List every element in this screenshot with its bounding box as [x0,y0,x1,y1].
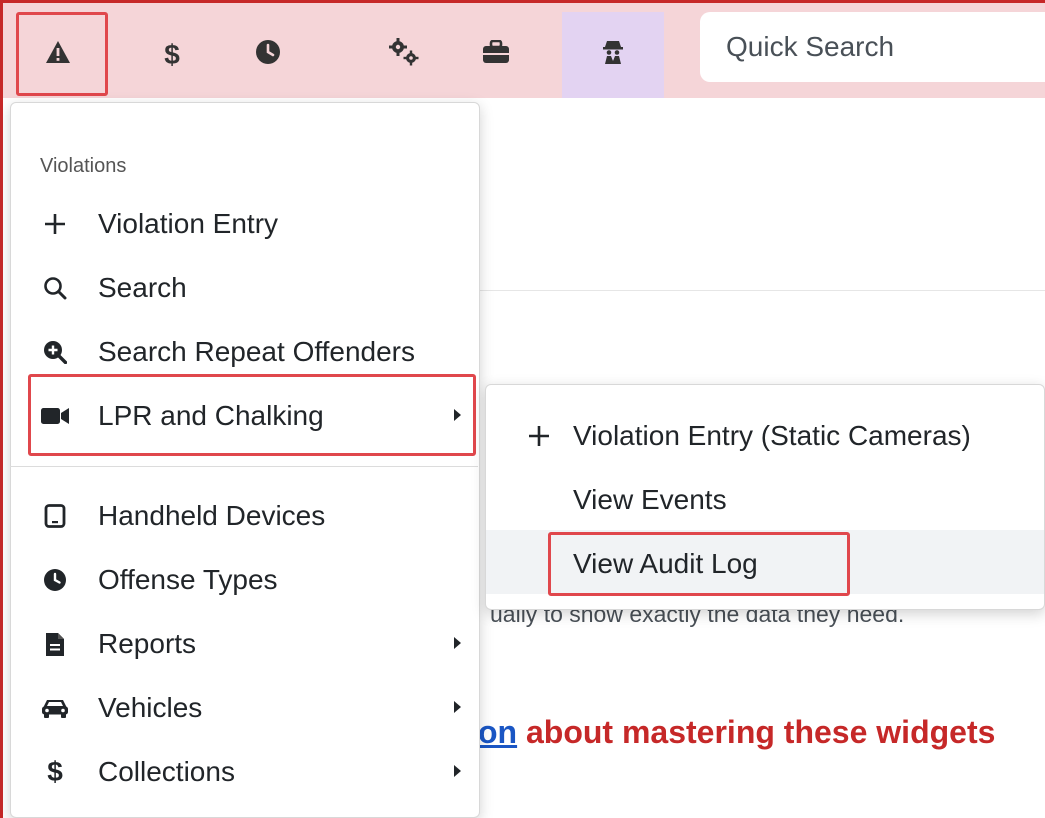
menu-item-lpr-and-chalking[interactable]: LPR and Chalking [40,400,324,432]
dollar-icon: $ [47,756,63,787]
content-divider [480,290,1045,291]
settings-menu-button[interactable] [366,12,442,98]
menu-header-violations: Violations [40,155,127,177]
payments-menu-button[interactable]: $ [134,12,210,98]
violations-menu-button[interactable] [20,12,96,98]
menu-item-offense-types[interactable]: Offense Types [40,564,278,596]
warning-icon [45,40,71,71]
quick-search-placeholder: Quick Search [726,31,895,62]
search-plus-icon [40,337,70,367]
tablet-icon [40,501,70,531]
user-secret-icon [602,39,624,72]
clock-icon [40,565,70,595]
submenu-item-view-events[interactable]: View Events [573,484,727,516]
clock-icon [255,39,281,72]
menu-divider [10,466,478,467]
chevron-right-icon [454,765,461,777]
submenu-hover-row [486,530,1044,594]
menu-item-label: Violation Entry [98,208,279,239]
menu-item-label: LPR and Chalking [98,400,324,431]
plus-icon [40,209,70,239]
menu-item-label: Search Repeat Offenders [98,336,416,367]
search-icon [40,273,70,303]
car-icon [40,693,70,723]
gears-icon [387,37,421,74]
submenu-item-view-audit-log[interactable]: View Audit Log [573,548,758,580]
file-icon [40,629,70,659]
chevron-right-icon [454,637,461,649]
chevron-right-icon [454,701,461,713]
page-left-border [0,98,3,818]
menu-item-search-repeat-offenders[interactable]: Search Repeat Offenders [40,336,415,368]
menu-item-label: Vehicles [98,692,203,723]
menu-item-search[interactable]: Search [40,272,187,304]
chevron-right-icon [454,409,461,421]
plus-icon [527,424,557,448]
menu-item-label: Reports [98,628,197,659]
menu-item-collections[interactable]: $ Collections [40,756,235,788]
menu-item-handheld-devices[interactable]: Handheld Devices [40,500,325,532]
menu-item-label: Offense Types [98,564,278,595]
background-heading: on about mastering these widgets [478,714,995,751]
menu-item-label: Search [98,272,187,303]
menu-item-vehicles[interactable]: Vehicles [40,692,202,724]
dollar-icon: $ [164,39,180,70]
menu-item-reports[interactable]: Reports [40,628,196,660]
submenu-item-violation-entry-static-cameras[interactable]: Violation Entry (Static Cameras) [527,420,971,452]
briefcase-icon [482,39,510,71]
menu-item-label: Handheld Devices [98,500,326,531]
time-menu-button[interactable] [230,12,306,98]
menu-item-label: Collections [98,756,235,787]
menu-item-violation-entry[interactable]: Violation Entry [40,208,278,240]
enforcement-menu-button[interactable] [562,12,664,98]
quick-search-input[interactable]: Quick Search [700,12,1045,82]
background-heading-text: about mastering these widgets [517,714,996,750]
video-camera-icon [40,401,70,431]
business-menu-button[interactable] [458,12,534,98]
submenu-item-label: Violation Entry (Static Cameras) [573,420,971,451]
background-heading-link[interactable]: on [478,714,517,750]
